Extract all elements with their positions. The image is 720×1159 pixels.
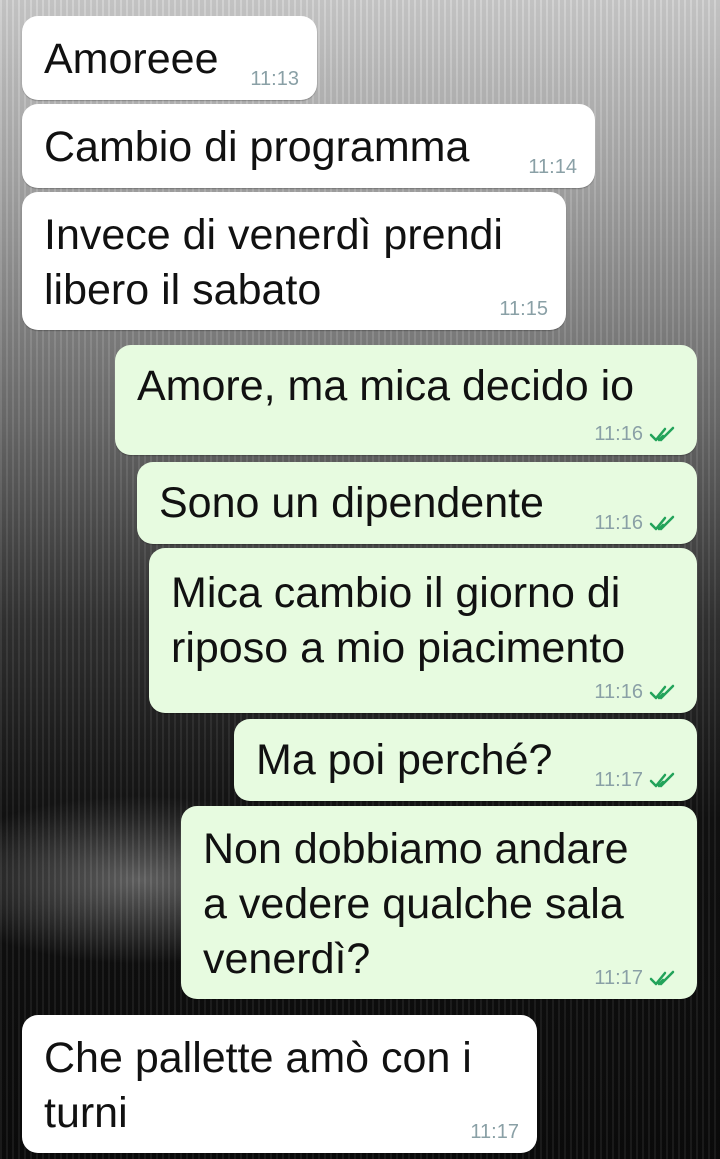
double-check-icon (649, 772, 675, 788)
message-text: Amore, ma mica decido io (137, 362, 635, 410)
message-bubble-outgoing[interactable]: Ma poi perché? 11:17 (234, 719, 697, 801)
message-bubble-incoming[interactable]: Amoreee 11:13 (22, 16, 317, 100)
message-text: Ma poi perché? (256, 736, 553, 784)
message-timestamp: 11:14 (528, 156, 577, 178)
message-bubble-outgoing[interactable]: Non dobbiamo andare a vedere qualche sal… (181, 806, 697, 999)
message-text-line: libero il sabato (44, 266, 322, 314)
message-timestamp: 11:17 (470, 1121, 519, 1143)
message-text-line: Mica cambio il giorno di (171, 569, 621, 617)
message-text: Cambio di programma (44, 123, 470, 171)
message-text-line: turni (44, 1089, 128, 1137)
message-timestamp: 11:15 (499, 298, 548, 320)
double-check-icon (649, 684, 675, 700)
message-text-line: Che pallette amò con i (44, 1034, 472, 1082)
message-text-line: Invece di venerdì prendi (44, 211, 503, 259)
message-timestamp: 11:16 (594, 512, 643, 534)
message-bubble-incoming[interactable]: Cambio di programma 11:14 (22, 104, 595, 188)
message-text-line: Non dobbiamo andare (203, 825, 629, 873)
message-bubble-incoming[interactable]: Invece di venerdì prendi libero il sabat… (22, 192, 566, 330)
message-bubble-outgoing[interactable]: Sono un dipendente 11:16 (137, 462, 697, 544)
double-check-icon (649, 515, 675, 531)
message-timestamp: 11:13 (250, 68, 299, 90)
message-text-line: riposo a mio piacimento (171, 624, 626, 672)
message-bubble-incoming[interactable]: Che pallette amò con i turni 11:17 (22, 1015, 537, 1153)
message-text-line: a vedere qualche sala (203, 880, 624, 928)
message-timestamp: 11:17 (594, 967, 643, 989)
message-text-line: venerdì? (203, 935, 371, 983)
double-check-icon (649, 970, 675, 986)
message-bubble-outgoing[interactable]: Mica cambio il giorno di riposo a mio pi… (149, 548, 697, 713)
message-text: Sono un dipendente (159, 479, 544, 527)
message-text: Amoreee (44, 35, 219, 83)
message-bubble-outgoing[interactable]: Amore, ma mica decido io 11:16 (115, 345, 697, 455)
message-timestamp: 11:17 (594, 769, 643, 791)
message-timestamp: 11:16 (594, 423, 643, 445)
double-check-icon (649, 426, 675, 442)
message-timestamp: 11:16 (594, 681, 643, 703)
